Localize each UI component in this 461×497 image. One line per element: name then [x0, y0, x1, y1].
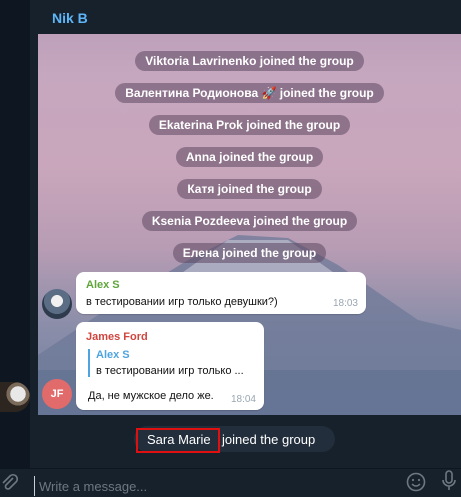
joined-text: joined the group	[222, 432, 316, 447]
message-bubble[interactable]: Alex S в тестировании игр только девушки…	[76, 272, 366, 314]
service-message: Ekaterina Prok joined the group	[38, 115, 461, 135]
popup-header: Nik B	[38, 0, 461, 34]
reply-sender: Alex S	[96, 349, 130, 361]
message-text: в тестировании игр только девушки?)	[86, 296, 278, 308]
service-message: Viktoria Lavrinenko joined the group	[38, 51, 461, 71]
paperclip-icon[interactable]	[0, 472, 19, 497]
message-sender[interactable]: Alex S	[86, 279, 120, 291]
chat-preview-popup: Nik B Viktoria Lavrinenko joined the gro…	[38, 0, 461, 415]
chat-title[interactable]: Nik B	[52, 10, 88, 26]
message-input[interactable]	[34, 476, 371, 496]
microphone-icon[interactable]	[441, 470, 457, 497]
user-avatar[interactable]	[0, 382, 30, 412]
message-text: Да, не мужское дело же.	[88, 390, 214, 402]
message-time: 18:03	[332, 298, 358, 309]
joined-user-name[interactable]: Sara Marie	[147, 432, 211, 447]
reply-quote[interactable]: Alex S в тестировании игр только ...	[88, 349, 256, 377]
message-sender[interactable]: James Ford	[86, 331, 148, 343]
left-panel-edge	[0, 0, 30, 495]
avatar[interactable]	[42, 289, 72, 319]
message-time: 18:04	[230, 394, 256, 405]
message-bubble[interactable]: James Ford Alex S в тестировании игр тол…	[76, 322, 264, 410]
service-message: Anna joined the group	[38, 147, 461, 167]
emoji-icon[interactable]	[406, 472, 426, 497]
service-message: Валентина Родионова 🚀 joined the group	[38, 83, 461, 103]
avatar[interactable]: JF	[42, 379, 72, 409]
reply-text: в тестировании игр только ...	[96, 365, 244, 377]
